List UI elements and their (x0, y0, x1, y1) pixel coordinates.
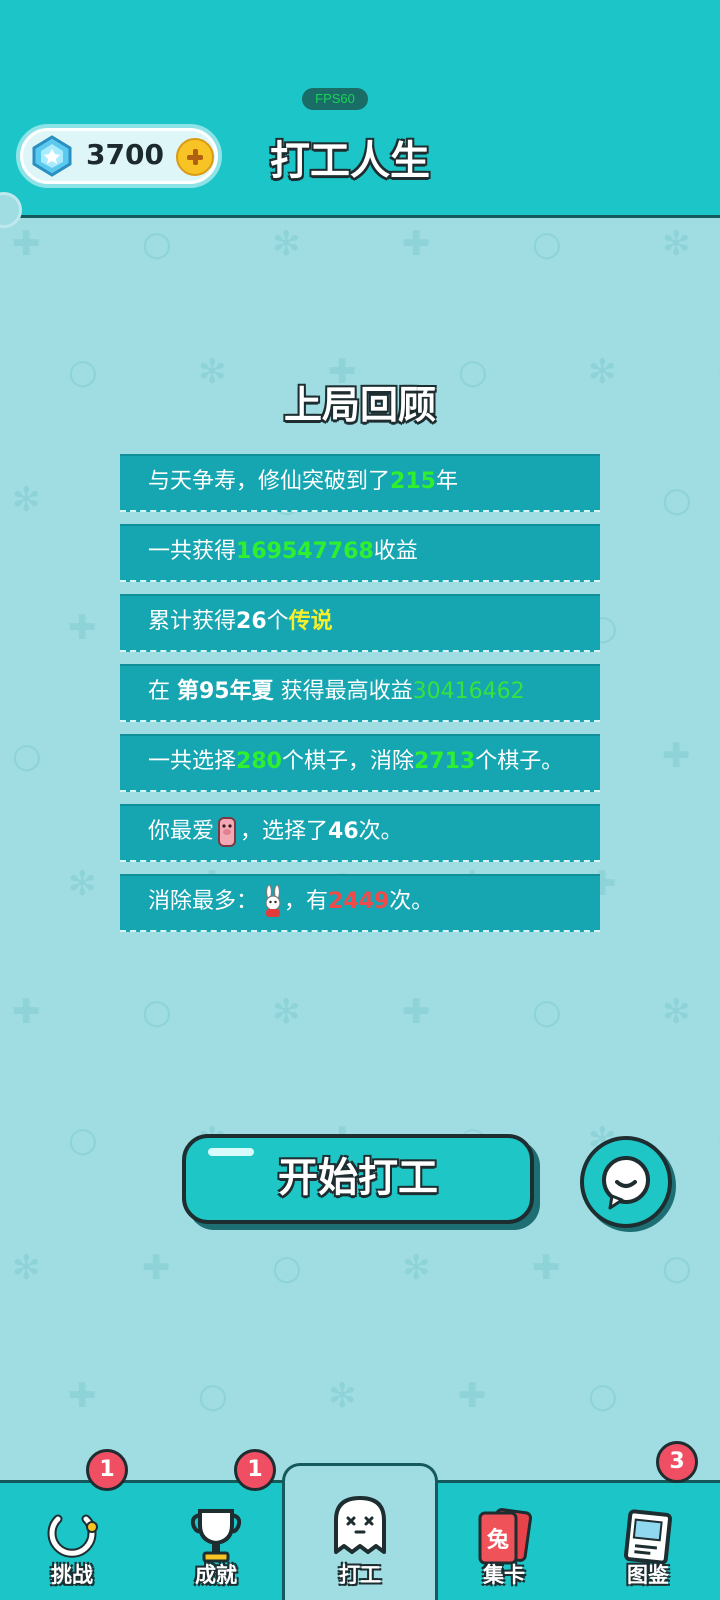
pattern-glyph: ✻ (12, 1248, 41, 1288)
pattern-glyph: ✻ (272, 224, 301, 264)
pattern-glyph: ✻ (402, 1248, 431, 1288)
nav-item-cards[interactable]: 兔 集卡 (432, 1483, 576, 1600)
review-text: 次。 (358, 819, 403, 844)
pattern-glyph: ✚ (402, 224, 431, 264)
review-text: 收益 (373, 539, 418, 564)
card-char: 兔 (487, 1527, 509, 1553)
pattern-glyph: ✚ (68, 1376, 97, 1416)
page-title: 打工人生 (270, 138, 430, 184)
nav-label-achievement: 成就 (195, 1563, 237, 1587)
pattern-glyph: ○ (662, 480, 692, 520)
nav-item-challenge[interactable]: 挑战 1 (0, 1449, 144, 1600)
gem-balance[interactable]: 3700 (16, 124, 222, 188)
review-text: 个棋子，消除 (281, 749, 414, 774)
review-text: 累计获得 (148, 609, 237, 634)
pattern-glyph: ✻ (68, 864, 97, 904)
pig-icon (216, 815, 238, 849)
pattern-glyph: ○ (272, 1248, 302, 1288)
nav-item-achievement[interactable]: 成就 1 (144, 1449, 288, 1600)
review-text: 与天争寿，修仙突破到了 (148, 469, 391, 494)
book-icon (623, 1509, 673, 1565)
top-bar: FPS60 3700 打工人生 (0, 0, 720, 218)
chat-button[interactable] (580, 1136, 672, 1228)
start-work-label: 开始打工 (278, 1155, 438, 1201)
review-row: 累计获得26个传说 (120, 594, 600, 652)
review-text: 一共获得 (148, 539, 237, 564)
review-text: 2713 (413, 749, 476, 774)
pattern-glyph: ○ (532, 224, 562, 264)
pattern-glyph: ○ (142, 992, 172, 1032)
chat-bubble-icon (602, 1156, 650, 1210)
fps-indicator: FPS60 (302, 88, 368, 110)
nav-item-encyclopedia[interactable]: 图鉴 3 (576, 1441, 720, 1600)
review-text: 169547768 (236, 539, 374, 564)
review-text: 你最爱 (148, 819, 215, 844)
gem-count: 3700 (86, 138, 164, 171)
review-text: ，有 (284, 889, 329, 914)
pattern-glyph: ✚ (142, 1248, 171, 1288)
review-text: 215 (390, 469, 436, 494)
review-text: 一共选择 (148, 749, 237, 774)
pattern-glyph: ✻ (328, 1376, 357, 1416)
start-work-button[interactable]: 开始打工 (182, 1134, 534, 1224)
pattern-glyph: ○ (68, 1120, 98, 1160)
achievement-badge: 1 (234, 1449, 276, 1491)
pattern-glyph: ✻ (12, 480, 41, 520)
review-text: 年 (435, 469, 458, 494)
review-text: 280 (236, 749, 282, 774)
pattern-glyph: ✻ (272, 992, 301, 1032)
pattern-glyph: ○ (532, 992, 562, 1032)
review-row: 与天争寿，修仙突破到了215年 (120, 454, 600, 512)
pattern-glyph: ○ (588, 1376, 618, 1416)
review-text: 获得最高收益 (273, 679, 413, 704)
pattern-glyph: ✚ (662, 736, 691, 776)
review-text: 个棋子。 (475, 749, 564, 774)
button-shine (208, 1148, 254, 1156)
review-text: ，选择了 (240, 819, 329, 844)
review-text: 2449 (328, 889, 390, 914)
pattern-glyph: ✻ (662, 224, 691, 264)
review-text: 26 (236, 609, 267, 634)
review-row: 消除最多： ，有2449次。 (120, 874, 600, 932)
review-text: 传说 (288, 609, 333, 634)
challenge-ring-icon (47, 1514, 98, 1558)
review-row: 在 第95年夏 获得最高收益30416462 (120, 664, 600, 722)
review-row: 你最爱 ，选择了46次。 (120, 804, 600, 862)
pattern-glyph: ✚ (12, 992, 41, 1032)
review-text: 次。 (389, 889, 434, 914)
review-row: 一共获得169547768收益 (120, 524, 600, 582)
review-title: 上局回顾 (283, 383, 436, 427)
review-text: 第95年夏 (177, 679, 274, 704)
review-text: 在 (148, 679, 177, 704)
pattern-glyph: ✚ (458, 1376, 487, 1416)
review-text: 46 (328, 819, 359, 844)
pattern-glyph: ✚ (12, 224, 41, 264)
pattern-glyph: ✚ (532, 1248, 561, 1288)
rabbit-icon (260, 884, 282, 919)
pattern-glyph: ○ (662, 1248, 692, 1288)
review-text: 30416462 (412, 679, 525, 704)
pattern-glyph: ○ (12, 736, 42, 776)
pattern-glyph: ○ (142, 224, 172, 264)
nav-label-cards: 集卡 (483, 1563, 525, 1587)
pattern-glyph: ✚ (68, 608, 97, 648)
diamond-icon (32, 135, 72, 177)
review-text: 消除最多： (148, 889, 259, 914)
nav-label-encyclopedia: 图鉴 (627, 1563, 669, 1587)
pattern-glyph: ✻ (662, 992, 691, 1032)
pattern-glyph: ○ (198, 1376, 228, 1416)
pattern-glyph: ✚ (402, 992, 431, 1032)
challenge-badge: 1 (86, 1449, 128, 1491)
review-row: 一共选择280个棋子，消除2713个棋子。 (120, 734, 600, 792)
nav-label-work: 打工 (339, 1563, 381, 1587)
encyclopedia-badge: 3 (656, 1441, 698, 1483)
bottom-nav: 挑战 1 成就 1 打工 兔 集卡 图鉴 3 (0, 1441, 720, 1600)
add-gems-button[interactable] (176, 138, 214, 176)
nav-label-challenge: 挑战 (51, 1563, 93, 1587)
review-list: 与天争寿，修仙突破到了215年 一共获得169547768收益 累计获得26个传说在… (120, 454, 600, 944)
nav-item-work[interactable]: 打工 (282, 1463, 438, 1600)
trophy-icon (190, 1509, 242, 1563)
review-text: 个 (266, 609, 289, 634)
ghost-icon (334, 1496, 386, 1554)
